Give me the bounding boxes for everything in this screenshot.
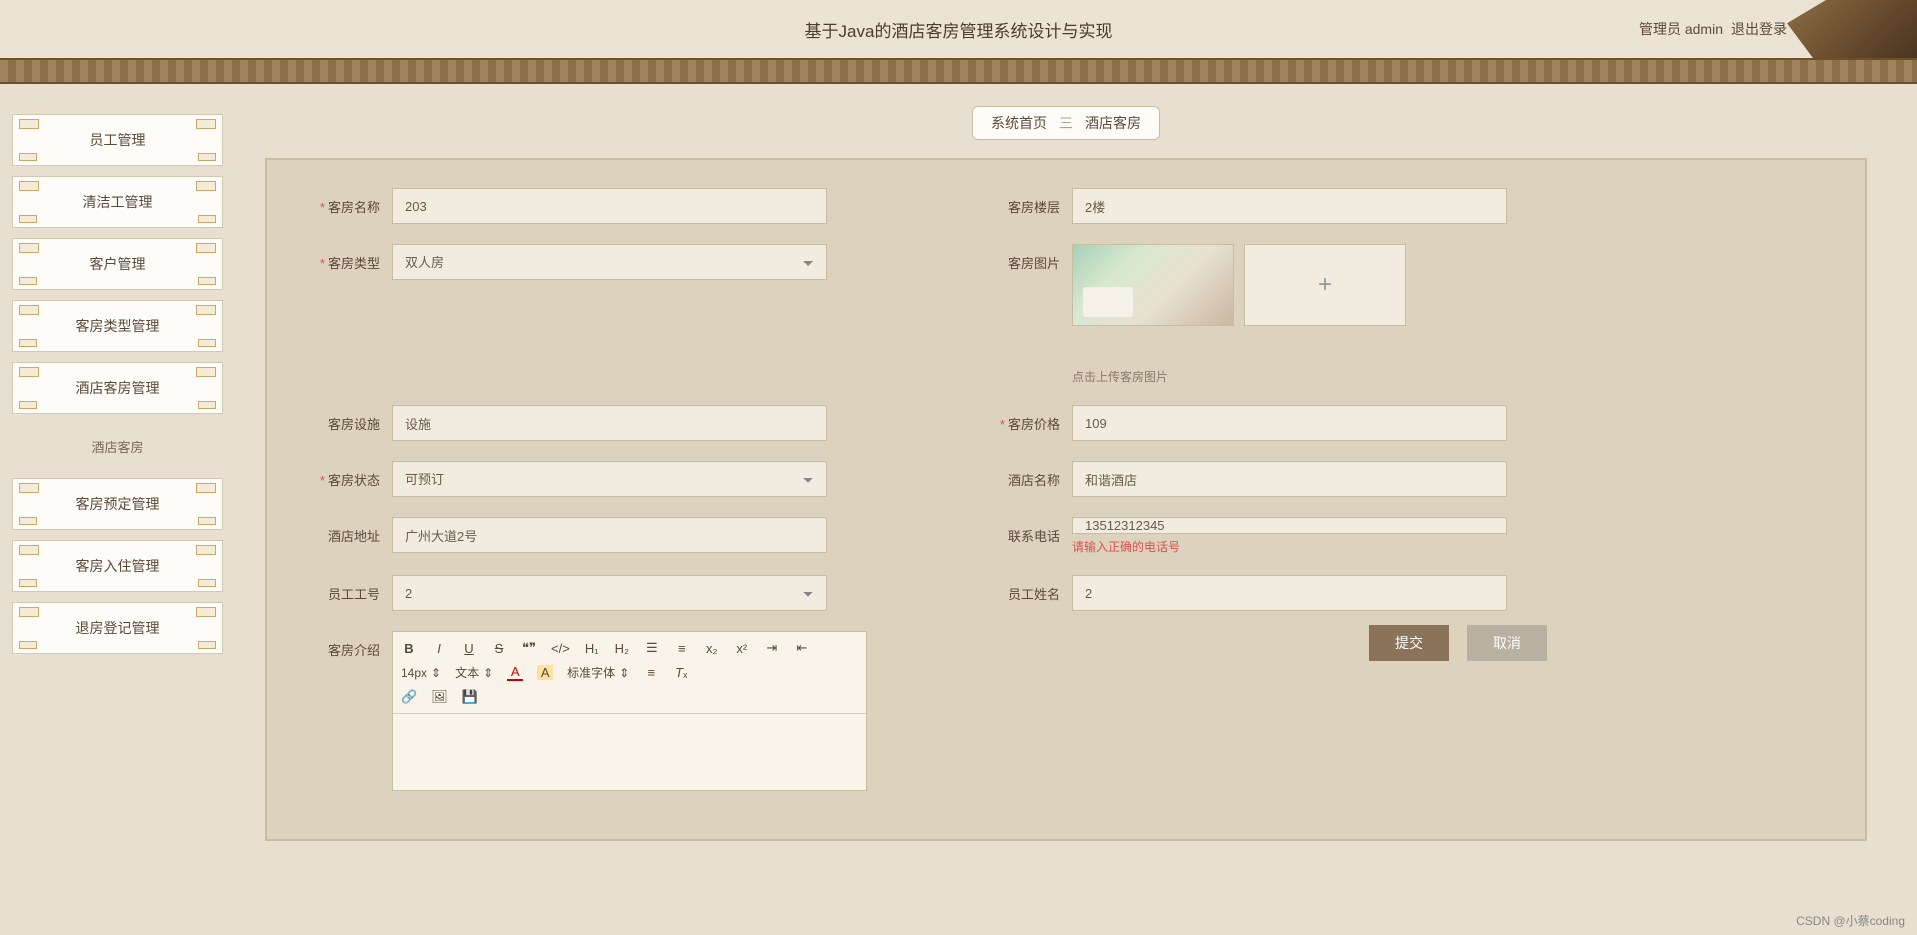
label-room-status: 客房状态 — [307, 461, 392, 489]
font-family-select[interactable]: 标准字体 ⇕ — [567, 664, 629, 681]
sidebar: 员工管理 清洁工管理 客户管理 客房类型管理 酒店客房管理 酒店客房 客房预定管… — [0, 114, 235, 935]
header: 基于Java的酒店客房管理系统设计与实现 管理员 admin 退出登录 — [0, 0, 1917, 58]
input-phone[interactable] — [1072, 517, 1507, 534]
sidebar-item-cleaner[interactable]: 清洁工管理 — [12, 176, 223, 228]
input-hotel-addr[interactable] — [392, 517, 827, 553]
label-room-image: 客房图片 — [987, 244, 1072, 272]
sidebar-item-checkout[interactable]: 退房登记管理 — [12, 602, 223, 654]
sidebar-item-reservation[interactable]: 客房预定管理 — [12, 478, 223, 530]
form-panel: 客房名称 客房楼层 客房类型 双人房 客房图片 — [265, 158, 1867, 841]
label-emp-id: 员工工号 — [307, 575, 392, 603]
submit-button[interactable]: 提交 — [1369, 625, 1449, 661]
upload-button[interactable]: + — [1244, 244, 1406, 326]
indent-icon[interactable]: ⇥ — [764, 640, 780, 656]
select-room-type[interactable]: 双人房 — [392, 244, 827, 280]
room-image-thumbnail[interactable] — [1072, 244, 1234, 326]
link-icon[interactable]: 🔗 — [401, 689, 417, 705]
font-size-select[interactable]: 14px ⇕ — [401, 666, 441, 680]
tab-bar: 系统首页 三 酒店客房 — [265, 106, 1867, 140]
page-title: 基于Java的酒店客房管理系统设计与实现 — [805, 17, 1113, 42]
tab-home[interactable]: 系统首页 — [991, 113, 1047, 133]
image-icon[interactable]: 🖼 — [431, 689, 448, 705]
underline-icon[interactable]: U — [461, 641, 477, 656]
sidebar-item-checkin[interactable]: 客房入住管理 — [12, 540, 223, 592]
input-room-floor[interactable] — [1072, 188, 1507, 224]
label-room-type: 客房类型 — [307, 244, 392, 272]
select-emp-id[interactable]: 2 — [392, 575, 827, 611]
outdent-icon[interactable]: ⇤ — [794, 640, 810, 656]
label-hotel-addr: 酒店地址 — [307, 517, 392, 545]
text-style-select[interactable]: 文本 ⇕ — [455, 664, 493, 681]
ul-icon[interactable]: ≡ — [674, 641, 690, 656]
watermark: CSDN @小蔡coding — [1796, 912, 1905, 929]
cancel-button[interactable]: 取消 — [1467, 625, 1547, 661]
sidebar-sub-hotelroom[interactable]: 酒店客房 — [12, 424, 223, 468]
quote-icon[interactable]: ❝❞ — [521, 640, 537, 656]
header-user-area: 管理员 admin 退出登录 — [1639, 19, 1787, 39]
input-emp-name[interactable] — [1072, 575, 1507, 611]
roof-decoration — [1787, 0, 1917, 58]
sidebar-item-customer[interactable]: 客户管理 — [12, 238, 223, 290]
phone-error: 请输入正确的电话号 — [1072, 538, 1507, 555]
tab-current[interactable]: 酒店客房 — [1085, 113, 1141, 133]
align-icon[interactable]: ≡ — [643, 665, 659, 680]
upload-hint: 点击上传客房图片 — [1072, 368, 1507, 385]
h1-icon[interactable]: H₁ — [584, 641, 600, 656]
label-room-floor: 客房楼层 — [987, 188, 1072, 216]
logout-link[interactable]: 退出登录 — [1731, 19, 1787, 39]
sidebar-item-staff[interactable]: 员工管理 — [12, 114, 223, 166]
clear-format-icon[interactable]: Tₓ — [673, 665, 689, 680]
ol-icon[interactable]: ☰ — [644, 640, 660, 656]
sidebar-item-roomtype[interactable]: 客房类型管理 — [12, 300, 223, 352]
input-room-name[interactable] — [392, 188, 827, 224]
decorative-border — [0, 58, 1917, 84]
label-room-facility: 客房设施 — [307, 405, 392, 433]
label-room-price: 客房价格 — [987, 405, 1072, 433]
bold-icon[interactable]: B — [401, 641, 417, 656]
label-room-intro: 客房介绍 — [307, 631, 392, 659]
label-emp-name: 员工姓名 — [987, 575, 1072, 603]
h2-icon[interactable]: H₂ — [614, 641, 630, 656]
plus-icon: + — [1318, 271, 1332, 299]
sub-icon[interactable]: x₂ — [704, 641, 720, 656]
strike-icon[interactable]: S — [491, 641, 507, 656]
input-hotel-name[interactable] — [1072, 461, 1507, 497]
label-room-name: 客房名称 — [307, 188, 392, 216]
input-room-facility[interactable] — [392, 405, 827, 441]
rich-text-editor[interactable]: B I U S ❝❞ </> H₁ H₂ ☰ ≡ x₂ — [392, 631, 867, 791]
text-color-icon[interactable]: A — [507, 664, 523, 681]
label-hotel-name: 酒店名称 — [987, 461, 1072, 489]
label-phone: 联系电话 — [987, 517, 1072, 545]
content-area: 系统首页 三 酒店客房 客房名称 客房楼层 客房类型 双人房 — [235, 114, 1917, 935]
code-icon[interactable]: </> — [551, 641, 570, 656]
save-icon[interactable]: 💾 — [462, 689, 478, 705]
editor-toolbar: B I U S ❝❞ </> H₁ H₂ ☰ ≡ x₂ — [393, 632, 866, 714]
input-room-price[interactable] — [1072, 405, 1507, 441]
select-room-status[interactable]: 可预订 — [392, 461, 827, 497]
sup-icon[interactable]: x² — [734, 641, 750, 656]
italic-icon[interactable]: I — [431, 641, 447, 656]
bg-color-icon[interactable]: A — [537, 665, 553, 680]
tab-divider-icon: 三 — [1059, 113, 1073, 133]
sidebar-item-hotelroom[interactable]: 酒店客房管理 — [12, 362, 223, 414]
admin-label[interactable]: 管理员 admin — [1639, 19, 1723, 39]
